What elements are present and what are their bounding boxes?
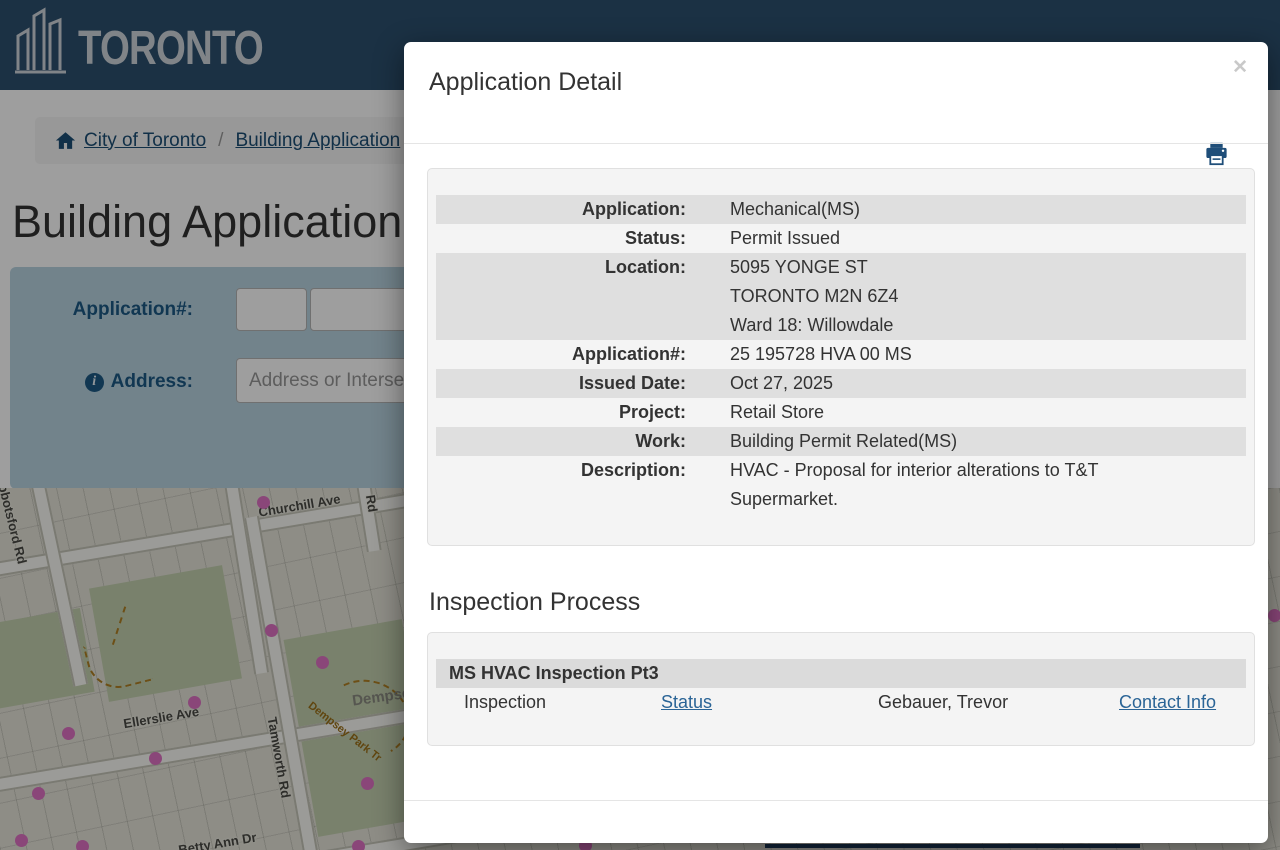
detail-value: Permit Issued bbox=[686, 224, 840, 253]
detail-value: 5095 YONGE ST TORONTO M2N 6Z4 Ward 18: W… bbox=[686, 253, 898, 340]
inspection-card: MS HVAC Inspection Pt3 Inspection Status… bbox=[427, 632, 1255, 746]
contact-info-cell: Contact Info bbox=[1119, 688, 1246, 717]
detail-row-application-number: Application#: 25 195728 HVA 00 MS bbox=[436, 340, 1246, 369]
detail-value: Building Permit Related(MS) bbox=[686, 427, 957, 456]
close-icon[interactable]: ✕ bbox=[1232, 58, 1248, 77]
print-icon[interactable] bbox=[1203, 140, 1230, 167]
inspection-process-heading: Inspection Process bbox=[429, 588, 640, 617]
description-line-2: Supermarket. bbox=[730, 485, 1098, 514]
detail-row-work: Work: Building Permit Related(MS) bbox=[436, 427, 1246, 456]
detail-label: Status: bbox=[436, 224, 686, 253]
modal-title: Application Detail bbox=[429, 68, 622, 97]
status-link[interactable]: Status bbox=[661, 692, 712, 712]
modal-footer-divider bbox=[404, 800, 1268, 801]
detail-row-status: Status: Permit Issued bbox=[436, 224, 1246, 253]
location-line-1: 5095 YONGE ST bbox=[730, 253, 898, 282]
detail-row-issued-date: Issued Date: Oct 27, 2025 bbox=[436, 369, 1246, 398]
detail-row-application: Application: Mechanical(MS) bbox=[436, 195, 1246, 224]
detail-row-project: Project: Retail Store bbox=[436, 398, 1246, 427]
detail-value: Mechanical(MS) bbox=[686, 195, 860, 224]
detail-label: Application#: bbox=[436, 340, 686, 369]
detail-label: Issued Date: bbox=[436, 369, 686, 398]
inspection-group-title: MS HVAC Inspection Pt3 bbox=[436, 659, 1246, 688]
detail-row-description: Description: HVAC - Proposal for interio… bbox=[436, 456, 1246, 514]
detail-row-location: Location: 5095 YONGE ST TORONTO M2N 6Z4 … bbox=[436, 253, 1246, 340]
application-detail-modal: Application Detail ✕ Application: Mechan… bbox=[404, 42, 1268, 843]
detail-value: HVAC - Proposal for interior alterations… bbox=[686, 456, 1098, 514]
detail-value: Oct 27, 2025 bbox=[686, 369, 833, 398]
detail-label: Location: bbox=[436, 253, 686, 340]
location-line-3: Ward 18: Willowdale bbox=[730, 311, 898, 340]
detail-label: Application: bbox=[436, 195, 686, 224]
detail-label: Description: bbox=[436, 456, 686, 514]
detail-label: Work: bbox=[436, 427, 686, 456]
contact-info-link[interactable]: Contact Info bbox=[1119, 692, 1216, 712]
detail-value: 25 195728 HVA 00 MS bbox=[686, 340, 912, 369]
modal-header-divider bbox=[404, 143, 1268, 144]
inspection-status-cell: Status bbox=[661, 688, 878, 717]
detail-value: Retail Store bbox=[686, 398, 824, 427]
inspection-type: Inspection bbox=[436, 688, 661, 717]
description-line-1: HVAC - Proposal for interior alterations… bbox=[730, 456, 1098, 485]
inspector-name: Gebauer, Trevor bbox=[878, 688, 1119, 717]
application-detail-card: Application: Mechanical(MS) Status: Perm… bbox=[427, 168, 1255, 546]
location-line-2: TORONTO M2N 6Z4 bbox=[730, 282, 898, 311]
inspection-row: Inspection Status Gebauer, Trevor Contac… bbox=[436, 688, 1246, 717]
detail-label: Project: bbox=[436, 398, 686, 427]
